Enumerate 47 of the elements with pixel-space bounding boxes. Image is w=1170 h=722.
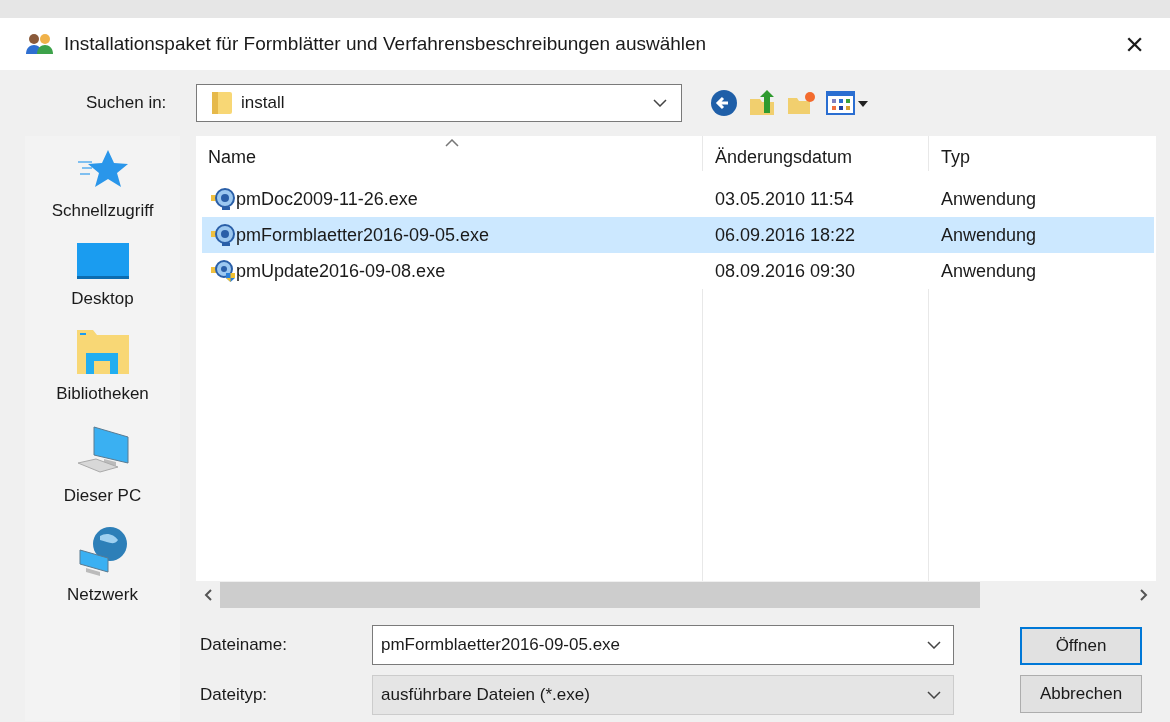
users-icon: [24, 32, 56, 56]
view-menu-icon[interactable]: [826, 90, 870, 116]
type-cell-text: Anwendung: [940, 187, 1037, 211]
place-item[interactable]: Bibliotheken: [25, 329, 180, 407]
file-row[interactable]: pmUpdate2016-09-08.exe 08.09.2016 09:30 Anwendung: [202, 253, 1154, 289]
file-name: pmFormblaetter2016-09-05.exe: [236, 223, 490, 247]
date-cell-text: 08.09.2016 09:30: [714, 259, 857, 283]
chevron-down-icon: [927, 641, 941, 649]
type-cell-text: Anwendung: [940, 259, 1037, 283]
library-folder-icon: [75, 329, 130, 375]
look-in-label: Suchen in:: [86, 92, 168, 115]
scroll-right-icon[interactable]: [1140, 589, 1148, 601]
date-cell-text: 06.09.2016 18:22: [714, 223, 857, 247]
file-name: pmUpdate2016-09-08.exe: [236, 259, 446, 283]
column-header[interactable]: Typ: [928, 136, 1154, 171]
place-item[interactable]: Desktop: [25, 241, 180, 311]
close-button[interactable]: ×: [1117, 28, 1152, 60]
place-item[interactable]: Schnellzugriff: [25, 148, 180, 224]
file-name-field[interactable]: pmFormblaetter2016-09-05.exe: [372, 625, 954, 665]
window-title: Installationspaket für Formblätter und Verfahrensbeschreibungen auswählen: [64, 31, 707, 56]
file-row[interactable]: pmFormblaetter2016-09-05.exe 06.09.2016 18:22 Anwendung: [202, 217, 1154, 253]
new-folder-icon[interactable]: [786, 90, 816, 116]
place-item[interactable]: Netzwerk: [25, 526, 180, 608]
look-in-dropdown[interactable]: install: [196, 84, 682, 122]
folder-icon: [211, 90, 233, 116]
column-header[interactable]: Änderungsdatum: [702, 136, 928, 171]
file-type-dropdown[interactable]: ausführbare Dateien (*.exe): [372, 675, 954, 715]
monitor-icon: [75, 241, 130, 280]
open-button[interactable]: Öffnen: [1020, 627, 1142, 665]
chevron-down-icon: [927, 691, 941, 699]
cancel-button[interactable]: Abbrechen: [1020, 675, 1142, 713]
type-cell-text: Anwendung: [940, 223, 1037, 247]
look-in-value: install: [241, 92, 285, 115]
application-icon: [210, 223, 236, 247]
column-header[interactable]: Name: [196, 136, 702, 171]
file-type-label: Dateityp:: [199, 684, 269, 707]
place-item[interactable]: Dieser PC: [25, 424, 180, 508]
date-cell-text: 03.05.2010 11:54: [714, 187, 855, 211]
file-name: pmDoc2009-11-26.exe: [236, 187, 418, 211]
file-name-label: Dateiname:: [199, 634, 288, 657]
application-shield-icon: [210, 259, 236, 283]
scroll-left-icon[interactable]: [204, 589, 212, 601]
folder-up-icon[interactable]: [748, 89, 776, 117]
chevron-down-icon: [653, 99, 667, 107]
scroll-thumb[interactable]: [220, 582, 980, 608]
application-icon: [210, 187, 236, 211]
file-row[interactable]: pmDoc2009-11-26.exe 03.05.2010 11:54 Anwendung: [202, 181, 1154, 217]
